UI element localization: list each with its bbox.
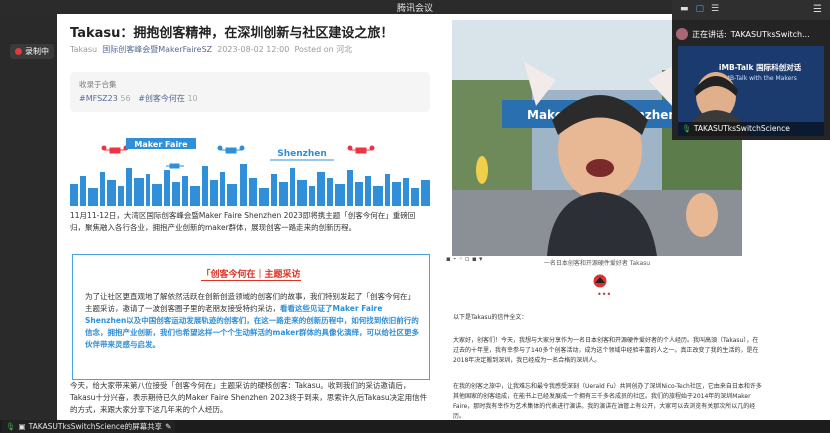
- active-speaker: 正在讲话: TAKASUTksSwitch...: [676, 28, 810, 40]
- letter-paragraph-1: 大家好，创客们！今天，我想与大家分享作为一名日本创客和开源硬件爱好者的个人经历。…: [453, 337, 759, 364]
- letter-intro: 以下是Takasu的信件全文：: [453, 314, 528, 321]
- slide-subtitle: iMB-Talk with the Makers: [723, 75, 797, 82]
- interview-box-title: 「创客今何在｜主题采访: [73, 267, 429, 281]
- screen-icon: ▣: [18, 422, 26, 431]
- letter-paragraph-2: 在我的创客之旅中，让我难忘和最令我感受深刻（Uerald Fu）共同创办了深圳N…: [453, 383, 762, 420]
- speaker-avatar: [676, 28, 688, 40]
- screen-share-indicator[interactable]: 🎙 ▣ TAKASUTksSwitchScience的屏幕共享 ✎: [2, 420, 176, 433]
- edit-icon[interactable]: ✎: [165, 422, 171, 431]
- tag-mfsz23[interactable]: #MFSZ23: [79, 94, 118, 103]
- article-source-link[interactable]: 国际创客峰会暨MakerFaireSZ: [102, 45, 212, 54]
- banner-left-text: Maker Faire: [134, 140, 188, 149]
- article-date: 2023-08-02 12:00: [217, 45, 290, 54]
- recording-label: 录制中: [25, 47, 49, 56]
- banner-right-text: Shenzhen: [277, 149, 327, 159]
- recording-badge[interactable]: 录制中: [10, 44, 54, 59]
- video-panel-header: ▬ ▢ ☰ ☰: [672, 0, 830, 20]
- takasu-paragraph: 今天，给大家带来第八位接受「创客今何在」主题采访的硬核创客：Takasu。收到我…: [70, 381, 428, 414]
- speaking-name: TAKASUTksSwitch...: [730, 29, 810, 39]
- gallery-view-icon[interactable]: ▢: [696, 4, 705, 14]
- bottom-status-bar: 🎙 ▣ TAKASUTksSwitchScience的屏幕共享 ✎: [0, 420, 830, 433]
- article-title: Takasu：拥抱创客精神，在深圳创新与社区建设之旅！: [70, 26, 394, 41]
- video-panel[interactable]: ▬ ▢ ☰ ☰ 正在讲话: TAKASUTksSwitch... iMB-Tal…: [672, 0, 830, 140]
- divider-dots: •••: [597, 290, 612, 299]
- record-dot-icon: [15, 48, 22, 55]
- panel-menu-icon[interactable]: ☰: [813, 4, 822, 15]
- view-mode-icons: ▬ ▢ ☰: [680, 4, 719, 14]
- photo-caption: 一名日本创客和开源硬件爱好者 Takasu: [543, 260, 651, 267]
- intro-paragraph: 11月11-12日，大湾区国际创客峰会暨Maker Faire Shenzhen…: [70, 211, 416, 232]
- article-left-panel[interactable]: Takasu：拥抱创客精神，在深圳创新与社区建设之旅！ Takasu 国际创客峰…: [57, 14, 443, 420]
- article-posted: Posted on 河北: [294, 45, 353, 54]
- maker-faire-banner: Maker Faire Shenzhen: [70, 138, 430, 206]
- slide-title: iMB-Talk 国际科创对话: [719, 62, 802, 72]
- tag-makers-where[interactable]: #创客今何在: [138, 94, 185, 103]
- mic-icon: 🎙: [6, 422, 16, 431]
- article-author: Takasu: [70, 45, 98, 54]
- participant-name-text: TAKASUTksSwitchScience: [693, 124, 790, 133]
- speaking-prefix: 正在讲话:: [692, 29, 727, 39]
- collection-tags: #MFSZ23 56 #创客今何在 10: [79, 93, 198, 104]
- mic-icon: 🎙: [682, 124, 692, 133]
- interview-box-title-text: 「创客今何在｜主题采访: [201, 270, 301, 281]
- interview-box-body: 为了让社区更直观地了解依然活跃在创新创造领域的创客们的故事，我们特别发起了「创客…: [85, 291, 419, 351]
- list-view-icon[interactable]: ☰: [711, 4, 719, 14]
- brand-mark-icon: [593, 274, 607, 288]
- participant-video[interactable]: iMB-Talk 国际科创对话 iMB-Talk with the Makers…: [678, 46, 824, 136]
- minimize-icon[interactable]: ▬: [680, 4, 689, 14]
- interview-intro-box: 「创客今何在｜主题采访 为了让社区更直观地了解依然活跃在创新创造领域的创客们的故…: [72, 254, 430, 380]
- tag-mfsz23-count: 56: [120, 94, 131, 103]
- screen-share-label: TAKASUTksSwitchScience的屏幕共享: [28, 422, 163, 431]
- collection-label: 收录于合集: [79, 80, 117, 89]
- tag-makers-where-count: 10: [187, 94, 198, 103]
- article-meta: Takasu 国际创客峰会暨MakerFaireSZ 2023-08-02 12…: [70, 44, 352, 55]
- left-gutter: [0, 14, 57, 420]
- participant-name: 🎙 TAKASUTksSwitchScience: [678, 122, 824, 136]
- collection-box: 收录于合集 #MFSZ23 56 #创客今何在 10: [70, 72, 430, 112]
